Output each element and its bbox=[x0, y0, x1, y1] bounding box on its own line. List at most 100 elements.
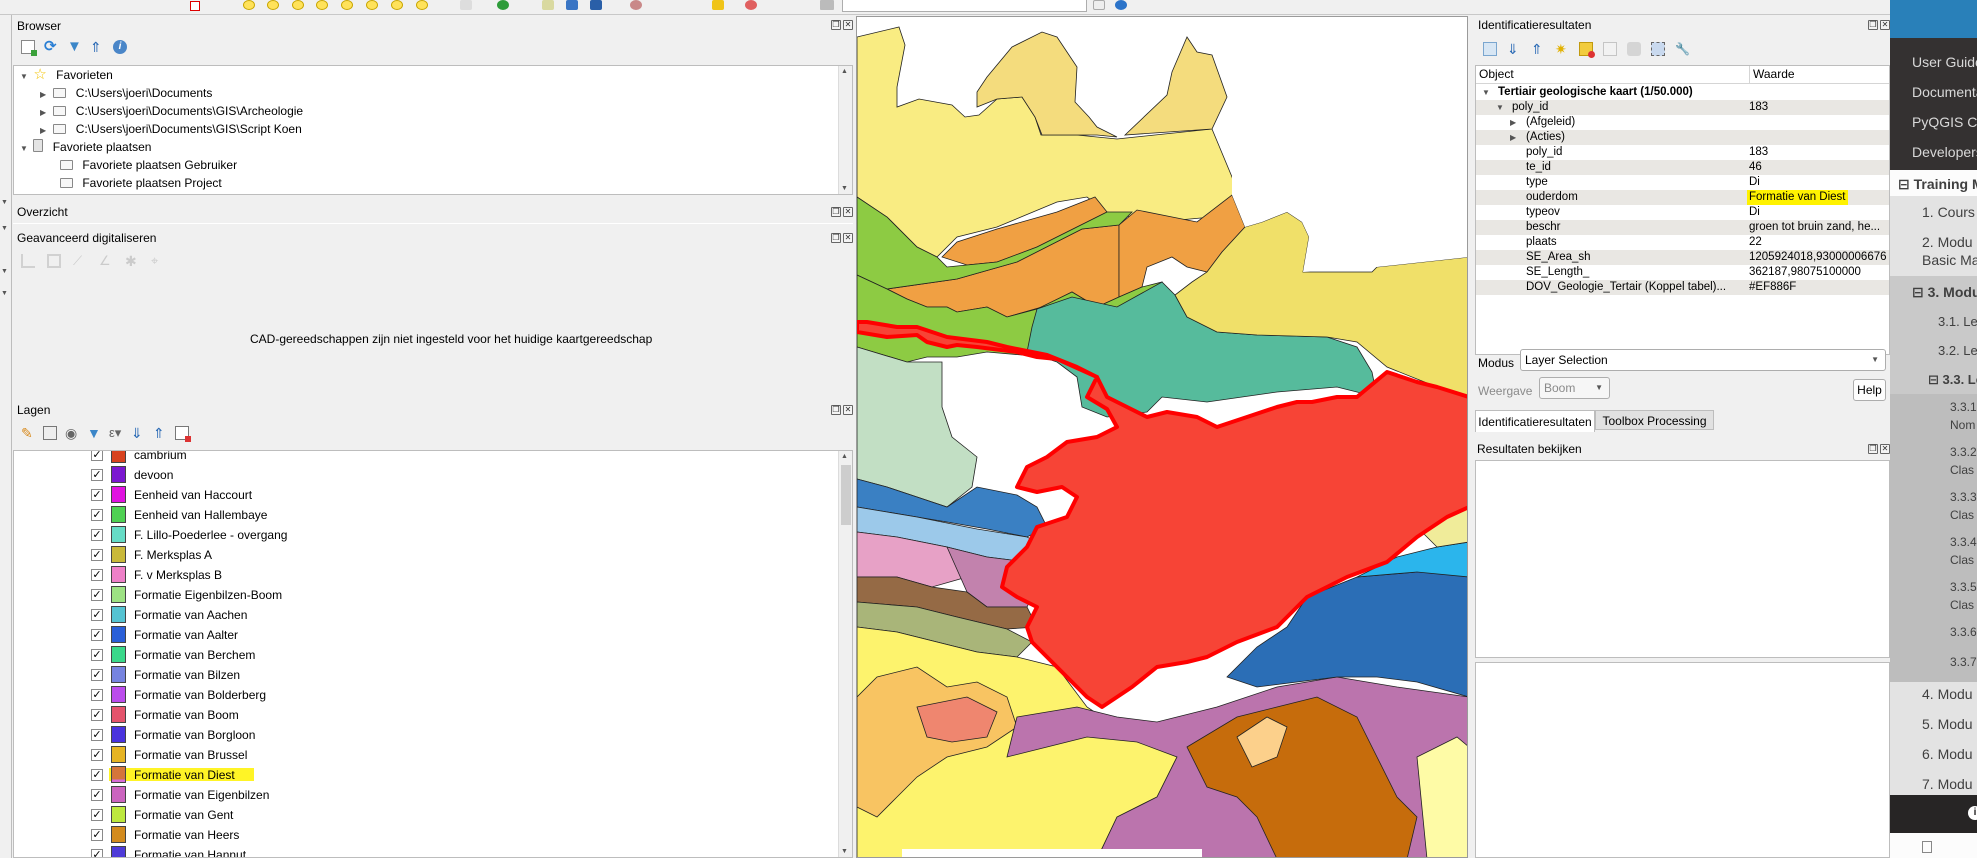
tree-item-bookmarks[interactable]: ▼ Favoriete plaatsen bbox=[20, 138, 151, 156]
collapse-all-icon[interactable]: ⇑ bbox=[90, 40, 104, 54]
float-panel-icon[interactable]: ❐ bbox=[831, 207, 841, 217]
identify-row[interactable]: SE_Length_ 362187,98075100000 bbox=[1476, 265, 1889, 280]
close-panel-icon[interactable]: ✕ bbox=[843, 405, 853, 415]
copy-icon[interactable] bbox=[1603, 42, 1617, 56]
layer-visibility-checkbox[interactable]: ✓ bbox=[91, 529, 103, 541]
layer-visibility-checkbox[interactable]: ✓ bbox=[91, 549, 103, 561]
doc-toc-item[interactable]: 4. Modu bbox=[1922, 686, 1973, 702]
tree-item-folder[interactable]: ▶ C:\Users\joeri\Documents\GIS\Archeolog… bbox=[40, 102, 303, 120]
map-canvas[interactable] bbox=[856, 16, 1468, 858]
identify-row[interactable]: ▶ (Acties) bbox=[1476, 130, 1889, 145]
float-panel-icon[interactable]: ❐ bbox=[831, 233, 841, 243]
collapse-arrow-icon[interactable]: ▼ bbox=[1496, 100, 1504, 115]
print-icon[interactable] bbox=[1627, 42, 1641, 56]
column-header-value[interactable]: Waarde bbox=[1749, 66, 1795, 83]
layer-visibility-checkbox[interactable]: ✓ bbox=[91, 589, 103, 601]
style-brush-icon[interactable]: ✎ bbox=[21, 426, 35, 440]
layer-item[interactable]: ✓ Formatie van Eigenbilzen bbox=[14, 785, 834, 805]
float-panel-icon[interactable]: ❐ bbox=[1868, 20, 1878, 30]
remove-highlight-icon[interactable] bbox=[745, 0, 757, 10]
filter-icon[interactable]: ▼ bbox=[67, 39, 82, 54]
browser-scrollbar[interactable]: ▲ ▼ bbox=[838, 66, 852, 194]
layer-visibility-checkbox[interactable]: ✓ bbox=[91, 509, 103, 521]
layer-item[interactable]: ✓ devoon bbox=[14, 465, 834, 485]
form-annotation-icon[interactable] bbox=[391, 0, 403, 10]
layer-item[interactable]: ✓ Formatie van Bilzen bbox=[14, 665, 834, 685]
add-group-icon[interactable] bbox=[43, 426, 57, 440]
delete-icon[interactable] bbox=[460, 0, 472, 10]
refresh-icon[interactable]: ⟳ bbox=[44, 39, 58, 54]
help-button[interactable]: Help bbox=[1853, 379, 1886, 401]
scroll-thumb[interactable] bbox=[841, 465, 851, 525]
layer-visibility-checkbox[interactable]: ✓ bbox=[91, 709, 103, 721]
expression-filter-icon[interactable]: ε▾ bbox=[109, 426, 123, 440]
layer-item[interactable]: ✓ Formatie van Heers bbox=[14, 825, 834, 845]
expand-arrow-icon[interactable]: ▼ bbox=[20, 140, 30, 158]
scroll-up-icon[interactable]: ▲ bbox=[841, 68, 848, 75]
layer-visibility-checkbox[interactable]: ✓ bbox=[91, 729, 103, 741]
remove-layer-icon[interactable] bbox=[175, 426, 191, 442]
tab-toolbox-processing[interactable]: Toolbox Processing bbox=[1595, 410, 1714, 430]
collapse-arrow-icon[interactable]: ▼ bbox=[1, 290, 8, 297]
layer-visibility-checkbox[interactable]: ✓ bbox=[91, 769, 103, 781]
layer-visibility-checkbox[interactable]: ✓ bbox=[91, 469, 103, 481]
identify-row[interactable]: ouderdom Formatie van Diest bbox=[1476, 190, 1889, 205]
doc-toc-item[interactable]: 3.3.3 Clas bbox=[1950, 488, 1977, 524]
layer-item[interactable]: ✓ F. Merksplas A bbox=[14, 545, 834, 565]
identify-row[interactable]: poly_id 183 bbox=[1476, 145, 1889, 160]
identify-row[interactable]: SE_Area_sh 1205924018,93000006676 bbox=[1476, 250, 1889, 265]
select-tool-icon[interactable] bbox=[243, 0, 255, 10]
doc-toc-item[interactable]: 2. Modu Basic Ma bbox=[1922, 233, 1977, 269]
layer-item[interactable]: ✓ Formatie van Bolderberg bbox=[14, 685, 834, 705]
layer-item[interactable]: ✓ F. Lillo-Poederlee - overgang bbox=[14, 525, 834, 545]
annotation-tool-icon[interactable] bbox=[341, 0, 353, 10]
collapse-arrow-icon[interactable]: ▼ bbox=[1, 268, 8, 275]
doc-toc-item[interactable]: 6. Modu bbox=[1922, 746, 1973, 762]
scroll-down-icon[interactable]: ▼ bbox=[841, 848, 848, 855]
text-annotation-icon[interactable] bbox=[366, 0, 378, 10]
doc-toc-item[interactable]: ⊟ 3. Modu bbox=[1912, 284, 1977, 301]
mode-select[interactable]: Layer Selection ▼ bbox=[1520, 349, 1886, 371]
collapse-arrow-icon[interactable]: ▼ bbox=[1, 225, 8, 232]
layer-item[interactable]: ✓ Formatie van Aachen bbox=[14, 605, 834, 625]
layer-item[interactable]: ✓ Formatie van Berchem bbox=[14, 645, 834, 665]
layer-visibility-checkbox[interactable]: ✓ bbox=[91, 451, 103, 461]
doc-toc-item[interactable]: 3.1. Le bbox=[1938, 314, 1977, 329]
collapse-all-icon[interactable]: ⇑ bbox=[153, 426, 167, 440]
visibility-icon[interactable]: ◉ bbox=[65, 426, 79, 440]
view-select[interactable]: Boom ▼ bbox=[1539, 377, 1610, 399]
layer-item[interactable]: ✓ Formatie van Diest bbox=[14, 765, 834, 785]
layer-visibility-checkbox[interactable]: ✓ bbox=[91, 689, 103, 701]
expand-arrow-icon[interactable]: ▼ bbox=[20, 68, 30, 86]
layer-item[interactable]: ✓ Formatie van Borgloon bbox=[14, 725, 834, 745]
layer-item[interactable]: ✓ Formatie van Brussel bbox=[14, 745, 834, 765]
expand-tree-icon[interactable] bbox=[1483, 42, 1497, 56]
close-panel-icon[interactable]: ✕ bbox=[843, 20, 853, 30]
doc-top-link[interactable]: Documentation bbox=[1912, 84, 1977, 100]
float-panel-icon[interactable]: ❐ bbox=[1868, 444, 1878, 454]
layer-properties-icon[interactable] bbox=[542, 0, 554, 10]
column-header-object[interactable]: Object bbox=[1479, 67, 1514, 81]
collapse-all-icon[interactable]: ⇑ bbox=[1531, 42, 1545, 56]
layer-item[interactable]: ✓ cambrium bbox=[14, 451, 834, 465]
html-annotation-icon[interactable] bbox=[416, 0, 428, 10]
layer-visibility-checkbox[interactable]: ✓ bbox=[91, 829, 103, 841]
tree-item-folder[interactable]: Favoriete plaatsen Project bbox=[60, 174, 222, 192]
doc-toc-item[interactable]: ⊟ Training M bbox=[1898, 176, 1977, 193]
fingerprint-icon[interactable] bbox=[630, 0, 642, 10]
locator-icon[interactable] bbox=[820, 0, 834, 10]
layers-scrollbar[interactable]: ▲ ▼ bbox=[838, 451, 852, 857]
collapse-arrow-icon[interactable]: ▼ bbox=[1482, 85, 1490, 100]
tree-item-folder[interactable]: ▶ C:\Users\joeri\Documents\GIS\Script Ko… bbox=[40, 120, 302, 138]
doc-toc-item[interactable]: 3.3.7 bbox=[1950, 655, 1977, 669]
layer-item[interactable]: ✓ Formatie Eigenbilzen-Boom bbox=[14, 585, 834, 605]
doc-toc-item[interactable]: 1. Cours bbox=[1922, 204, 1975, 220]
identify-mode-icon[interactable] bbox=[1651, 42, 1665, 56]
info-icon[interactable]: i bbox=[113, 40, 127, 54]
clear-results-icon[interactable] bbox=[1579, 42, 1595, 58]
scroll-down-icon[interactable]: ▼ bbox=[841, 185, 848, 192]
layer-item[interactable]: ✓ Formatie van Hannut bbox=[14, 845, 834, 857]
expand-new-icon[interactable]: ✷ bbox=[1555, 42, 1569, 56]
expand-arrow-icon[interactable]: ▶ bbox=[1510, 130, 1516, 145]
layer-visibility-checkbox[interactable]: ✓ bbox=[91, 809, 103, 821]
